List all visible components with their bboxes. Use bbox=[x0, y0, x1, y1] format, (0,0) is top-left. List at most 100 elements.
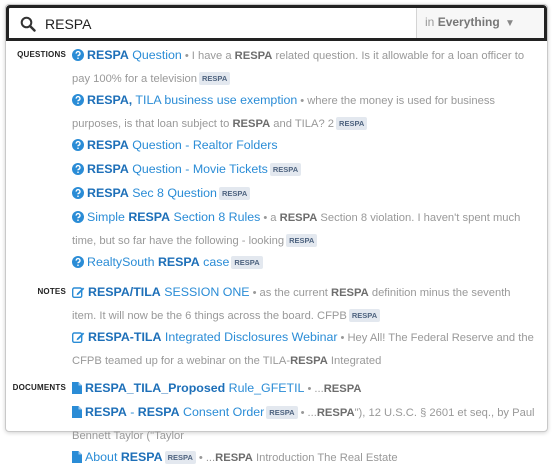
snippet-text: Integrated bbox=[327, 355, 382, 367]
snippet-text: I have a bbox=[191, 50, 235, 62]
result-title-link[interactable]: About RESPA bbox=[85, 450, 163, 464]
result-title-link[interactable]: Simple RESPA Section 8 Rules bbox=[87, 210, 260, 224]
pencil-square-icon bbox=[71, 330, 85, 351]
question-circle-icon bbox=[72, 186, 84, 207]
tag-badge[interactable]: RESPA bbox=[218, 187, 251, 200]
separator-dot: • bbox=[307, 383, 312, 395]
tag-badge[interactable]: RESPA bbox=[269, 163, 302, 176]
snippet-text: ... bbox=[307, 407, 317, 419]
title-text: SESSION ONE bbox=[160, 285, 250, 299]
question-circle-icon bbox=[72, 93, 84, 114]
question-circle-icon bbox=[72, 210, 84, 231]
title-highlight: RESPA-TILA bbox=[88, 330, 162, 344]
tag-badge[interactable]: RESPA bbox=[336, 117, 368, 130]
snippet-text: RESPA bbox=[316, 407, 355, 419]
result-item: RESPA, TILA business use exemption • where… bbox=[72, 90, 537, 135]
snippet-text: and TILA? 2 bbox=[270, 118, 335, 130]
title-highlight: RESPA bbox=[157, 255, 200, 269]
search-input[interactable] bbox=[45, 12, 405, 36]
separator-dot: • bbox=[300, 95, 305, 107]
result-title-link[interactable]: RESPA/TILA SESSION ONE bbox=[88, 285, 250, 299]
title-highlight: RESPA bbox=[120, 450, 163, 464]
title-text: - bbox=[126, 405, 138, 419]
title-highlight: RESPA bbox=[87, 162, 129, 176]
separator-dot: • bbox=[198, 452, 203, 464]
result-title-link[interactable]: RESPA-TILA Integrated Disclosures Webina… bbox=[88, 330, 338, 344]
title-text: Section 8 Rules bbox=[170, 210, 261, 224]
result-snippet: ...RESPA Introduction The Real Estate bbox=[206, 452, 398, 464]
snippet-text: as the current bbox=[259, 287, 332, 299]
title-text: Consent Order bbox=[179, 405, 265, 419]
scope-value: Everything bbox=[437, 15, 500, 29]
results-list: QUESTIONS RESPA Question • I have a RESPA r… bbox=[6, 41, 547, 471]
title-highlight: RESPA bbox=[87, 138, 129, 152]
section-items: RESPA/TILA SESSION ONE • as the current RE… bbox=[71, 282, 547, 372]
chevron-down-icon: ▼ bbox=[505, 18, 515, 29]
result-item: RESPA/TILA SESSION ONE • as the current RE… bbox=[71, 282, 537, 327]
title-text: About bbox=[85, 450, 121, 464]
result-title-link[interactable]: RESPA Question bbox=[87, 48, 182, 62]
result-item: RESPA Sec 8 Question RESPA bbox=[72, 183, 537, 207]
title-highlight: RESPA bbox=[87, 48, 129, 62]
result-item: RealtySouth RESPA case RESPA bbox=[72, 252, 537, 276]
question-circle-icon bbox=[72, 48, 84, 69]
result-section: NOTES RESPA/TILA SESSION ONE • as the curre… bbox=[6, 282, 547, 372]
result-title-link[interactable]: RESPA Question - Realtor Folders bbox=[87, 138, 278, 152]
title-text: RealtySouth bbox=[87, 255, 158, 269]
snippet-text: RESPA bbox=[290, 355, 328, 367]
separator-dot: • bbox=[252, 287, 257, 299]
title-text: case bbox=[199, 255, 230, 269]
result-item: RESPA - RESPA Consent Order RESPA • ...RESP… bbox=[72, 402, 537, 447]
tag-badge[interactable]: RESPA bbox=[348, 309, 381, 322]
snippet-text: RESPA bbox=[323, 383, 362, 395]
result-title-link[interactable]: RealtySouth RESPA case bbox=[87, 255, 229, 269]
tag-badge[interactable]: RESPA bbox=[164, 451, 196, 464]
title-text: Integrated Disclosures Webinar bbox=[161, 330, 338, 344]
result-title-link[interactable]: RESPA_TILA_Proposed Rule_GFETIL bbox=[85, 381, 304, 395]
section-label: QUESTIONS bbox=[17, 50, 66, 59]
section-items: RESPA_TILA_Proposed Rule_GFETIL • ...RESPA… bbox=[72, 378, 547, 471]
snippet-text: RESPA bbox=[215, 452, 253, 464]
snippet-text: ... bbox=[205, 452, 216, 464]
document-icon bbox=[72, 381, 82, 402]
title-highlight: RESPA bbox=[137, 405, 180, 419]
separator-dot: • bbox=[300, 407, 305, 419]
tag-badge[interactable]: RESPA bbox=[199, 72, 231, 85]
result-title-link[interactable]: RESPA Question - Movie Tickets bbox=[87, 162, 268, 176]
snippet-text: ... bbox=[314, 383, 324, 395]
document-icon bbox=[72, 405, 82, 426]
tag-badge[interactable]: RESPA bbox=[286, 234, 318, 247]
result-title-link[interactable]: RESPA Sec 8 Question bbox=[87, 186, 217, 200]
title-highlight: RESPA bbox=[85, 405, 127, 419]
result-title-link[interactable]: RESPA, TILA business use exemption bbox=[87, 93, 297, 107]
result-section: QUESTIONS RESPA Question • I have a RESPA r… bbox=[6, 45, 547, 276]
title-highlight: RESPA bbox=[87, 186, 129, 200]
snippet-text: a bbox=[270, 212, 280, 224]
snippet-text: RESPA bbox=[234, 50, 273, 62]
pencil-square-icon bbox=[71, 285, 85, 306]
snippet-text: RESPA bbox=[331, 287, 369, 299]
title-text: Question bbox=[128, 48, 182, 62]
title-text: Rule_GFETIL bbox=[225, 381, 305, 395]
section-label: DOCUMENTS bbox=[12, 383, 66, 392]
title-highlight: RESPA/TILA bbox=[88, 285, 161, 299]
tag-badge[interactable]: RESPA bbox=[231, 256, 263, 269]
title-text: Simple bbox=[87, 210, 129, 224]
search-icon bbox=[20, 16, 36, 32]
search-bar: in Everything ▼ bbox=[6, 5, 547, 41]
question-circle-icon bbox=[72, 138, 84, 159]
search-scope-dropdown[interactable]: in Everything ▼ bbox=[416, 8, 544, 38]
tag-badge[interactable]: RESPA bbox=[266, 406, 298, 419]
question-circle-icon bbox=[72, 162, 84, 183]
title-text: Sec 8 Question bbox=[128, 186, 217, 200]
title-text: Question - Movie Tickets bbox=[128, 162, 268, 176]
result-title-link[interactable]: RESPA - RESPA Consent Order bbox=[85, 405, 264, 419]
result-snippet: ...RESPA bbox=[314, 383, 361, 395]
result-item: RESPA-TILA Integrated Disclosures Webina… bbox=[71, 327, 537, 372]
question-circle-icon bbox=[72, 255, 84, 276]
title-text: TILA business use exemption bbox=[132, 93, 298, 107]
result-item: Simple RESPA Section 8 Rules • a RESPA Sec… bbox=[72, 207, 537, 252]
search-results-panel: in Everything ▼ QUESTIONS RESPA Question •… bbox=[5, 4, 548, 464]
document-icon bbox=[72, 450, 82, 471]
result-item: RESPA Question - Realtor Folders bbox=[72, 135, 537, 159]
